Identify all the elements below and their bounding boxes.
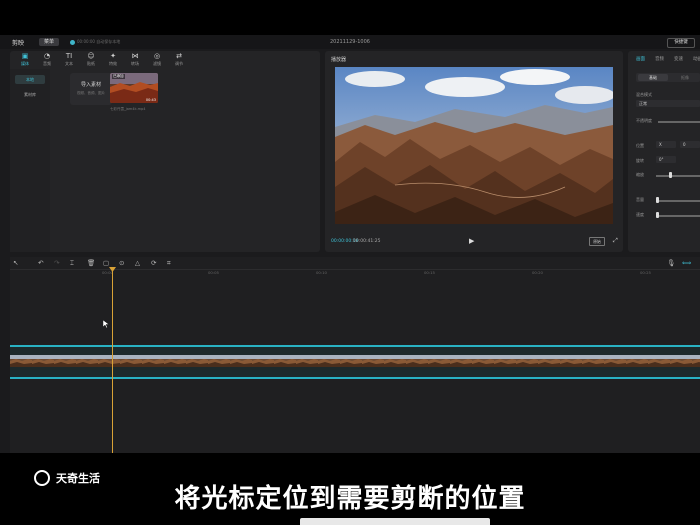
scale-slider[interactable] (656, 175, 700, 177)
position-x-input[interactable]: X (656, 141, 676, 148)
volume-slider[interactable] (656, 200, 700, 202)
position-y-input[interactable]: 0 (680, 141, 700, 148)
shortcut-button[interactable]: 快捷键 (667, 38, 695, 48)
project-title: 20211129-1006 (330, 39, 370, 45)
tool-text[interactable]: TI 文本 (58, 52, 80, 67)
opacity-label: 不透明度 (636, 118, 652, 123)
ratio-button[interactable]: 原始 (589, 237, 605, 246)
split-icon[interactable]: ⌶ (70, 259, 74, 268)
media-sidebar: 本地 素材库 (10, 69, 50, 252)
tool-effects[interactable]: ✦ 特效 (102, 52, 124, 67)
ruler-tick: 00:10 (316, 270, 327, 275)
link-icon[interactable]: ⟺ (682, 259, 691, 267)
undo-icon[interactable]: ↶ (38, 259, 43, 267)
play-icon[interactable]: ▶ (469, 237, 474, 245)
scale-label: 缩放 (636, 172, 644, 177)
import-label: 导入素材 (80, 82, 101, 88)
rotate-input[interactable]: 0° (656, 156, 676, 163)
player-title: 播放器 (331, 57, 347, 63)
clip-added-badge: 已添加 (112, 74, 125, 79)
media-toolbar: ▣ 媒体 ◔ 音频 TI 文本 ☺ 贴纸 ✦ 特效 ⋈ 转场 ◎ 滤镜 ⇄ 调节 (10, 51, 320, 69)
position-label: 位置 (636, 143, 644, 148)
tool-adjust-label: 调节 (175, 61, 183, 66)
tool-effects-label: 特效 (109, 61, 117, 66)
speed-label: 速度 (636, 212, 644, 217)
tool-filter[interactable]: ◎ 滤镜 (146, 52, 168, 67)
ruler-tick: 00:20 (532, 270, 543, 275)
tool-sticker-label: 贴纸 (87, 61, 95, 66)
effects-icon: ✦ (110, 52, 116, 60)
import-hint: 视频、音频、图片 (77, 91, 105, 95)
freeze-icon[interactable]: ▢ (103, 259, 109, 267)
segment-basic[interactable]: 基础 (638, 74, 668, 81)
opacity-slider[interactable] (658, 121, 700, 123)
play-range-icon[interactable]: ⊙ (119, 259, 124, 267)
redo-icon[interactable]: ↷ (54, 259, 59, 267)
volume-slider-knob[interactable] (656, 197, 659, 203)
sticker-icon: ☺ (87, 52, 95, 60)
media-panel: ▣ 媒体 ◔ 音频 TI 文本 ☺ 贴纸 ✦ 特效 ⋈ 转场 ◎ 滤镜 ⇄ 调节 本地 素材库 … (10, 51, 320, 252)
mirror-icon[interactable]: △ (135, 259, 140, 267)
properties-panel: 画面 音频 变速 动画 基础 抠像 混合模式 正常 不透明度 位置 X 0 旋转… (628, 51, 700, 252)
tab-speed[interactable]: 变速 (674, 56, 683, 62)
tool-filter-label: 滤镜 (153, 61, 161, 66)
tab-picture[interactable]: 画面 (636, 56, 645, 62)
tool-text-label: 文本 (65, 61, 73, 66)
ruler-tick: 00:05 (208, 270, 219, 275)
tab-animation[interactable]: 动画 (693, 56, 700, 62)
subtitle-caption: 将光标定位到需要剪断的位置 (174, 484, 526, 514)
select-tool-icon[interactable]: ↖ (13, 259, 18, 267)
player-panel: 播放器 00:00:00:18 00:00:41:25 ▶ 原始 ⤢ (325, 51, 623, 252)
speed-slider[interactable] (656, 215, 700, 217)
title-bar: 剪映 菜单 00:00:00 自动保存本地 20211129-1006 快捷键 (0, 35, 700, 49)
laptop-bottom-edge (300, 518, 490, 525)
media-clip-thumbnail[interactable]: 已添加 00:43 (110, 73, 158, 103)
scale-slider-knob[interactable] (669, 172, 672, 178)
editor-window: 剪映 菜单 00:00:00 自动保存本地 20211129-1006 快捷键 … (0, 35, 700, 453)
tool-audio[interactable]: ◔ 音频 (36, 52, 58, 67)
clip-filmstrip (10, 355, 700, 367)
tool-transition[interactable]: ⋈ 转场 (124, 52, 146, 67)
screen-top-bezel (0, 0, 700, 35)
sidebar-item-library[interactable]: 素材库 (15, 90, 45, 99)
text-icon: TI (65, 52, 73, 60)
landscape-frame (335, 67, 613, 224)
rotate-icon[interactable]: ⟳ (151, 259, 156, 267)
tool-transition-label: 转场 (131, 61, 139, 66)
media-icon: ▣ (21, 52, 29, 60)
mouse-cursor-icon (103, 320, 109, 328)
tab-audio[interactable]: 音频 (655, 56, 664, 62)
tool-media[interactable]: ▣ 媒体 (14, 52, 36, 67)
total-time: 00:00:41:25 (353, 239, 381, 244)
volume-label: 音量 (636, 197, 644, 202)
basic-segment: 基础 抠像 (636, 73, 700, 82)
microphone-icon[interactable]: 🎙 (667, 259, 675, 267)
tool-sticker[interactable]: ☺ 贴纸 (80, 52, 102, 67)
filter-icon: ◎ (153, 52, 161, 60)
delete-icon[interactable]: 🗑 (87, 259, 95, 267)
segment-cutout[interactable]: 抠像 (670, 74, 700, 81)
speed-slider-knob[interactable] (656, 212, 659, 218)
playhead[interactable] (112, 269, 113, 453)
blend-label: 混合模式 (636, 92, 652, 97)
timeline-panel: ↖ ↶ ↷ ⌶ 🗑 ▢ ⊙ △ ⟳ ⌗ 🎙 ⟺ 00:00 00:05 00:1… (10, 257, 700, 453)
import-button[interactable]: 导入素材 视频、音频、图片 (70, 73, 112, 105)
tool-audio-label: 音频 (43, 61, 51, 66)
crop-icon[interactable]: ⌗ (167, 259, 171, 268)
video-preview[interactable] (335, 67, 613, 224)
video-track-clip[interactable] (10, 345, 700, 379)
clip-duration: 00:43 (145, 98, 156, 102)
tool-media-label: 媒体 (21, 61, 29, 66)
adjust-icon: ⇄ (176, 52, 182, 60)
blend-select[interactable]: 正常 (636, 100, 700, 107)
ruler-tick: 00:25 (640, 270, 651, 275)
tool-adjust[interactable]: ⇄ 调节 (168, 52, 190, 67)
fullscreen-icon[interactable]: ⤢ (613, 237, 618, 245)
clip-name: 七彩丹霞_jam4k.mp4 (110, 107, 146, 111)
rotate-label: 旋转 (636, 158, 644, 163)
sidebar-item-local[interactable]: 本地 (15, 75, 45, 84)
ruler-tick: 00:15 (424, 270, 435, 275)
audio-icon: ◔ (43, 52, 51, 60)
transition-icon: ⋈ (131, 52, 139, 60)
